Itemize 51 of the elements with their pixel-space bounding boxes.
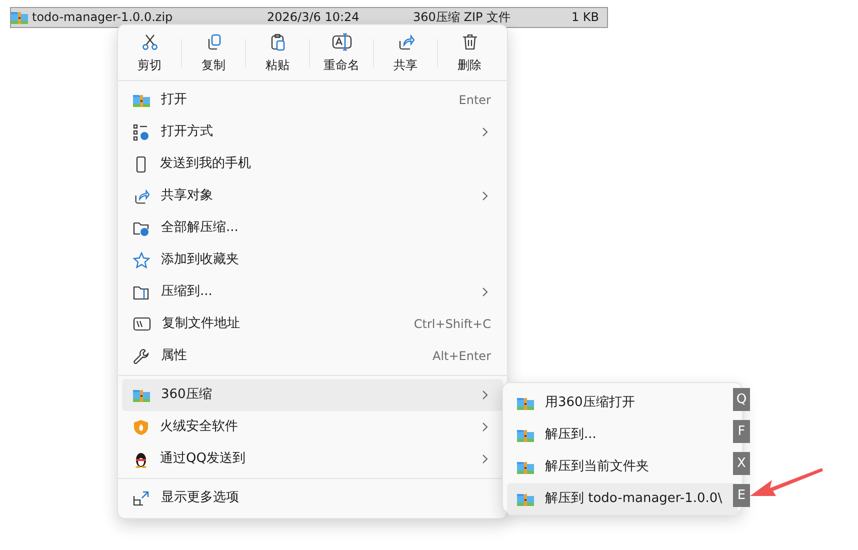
archive-icon	[517, 428, 534, 442]
toolbar-button[interactable]: 重命名	[314, 29, 369, 77]
apps-icon	[133, 124, 150, 140]
toolbar-button[interactable]: 共享	[378, 29, 433, 77]
file-type: 360压缩 ZIP 文件	[413, 10, 512, 24]
shortcut-text: Ctrl+Shift+C	[414, 316, 491, 333]
archive-icon	[133, 92, 150, 108]
star-icon	[133, 252, 150, 268]
archive-icon	[517, 460, 534, 474]
menu-item[interactable]: 共享对象	[122, 180, 503, 212]
wrench-icon	[133, 348, 150, 364]
menu-item[interactable]: 火绒安全软件	[122, 411, 503, 443]
shield-icon	[133, 418, 149, 436]
paste-icon	[268, 32, 286, 50]
penguin-icon	[133, 450, 149, 468]
delete-icon	[460, 32, 478, 50]
menu-item[interactable]: 全部解压缩...	[122, 212, 503, 244]
menu-item[interactable]: 压缩到...	[122, 276, 503, 308]
file-date: 2026/3/6 10:24	[267, 10, 360, 24]
cut-icon	[140, 32, 158, 50]
key-badge: F	[733, 420, 750, 443]
file-size: 1 KB	[571, 10, 599, 24]
menu-item[interactable]: 打开 Enter	[122, 84, 503, 116]
submenu-item[interactable]: 解压到 todo-manager-1.0.0\	[507, 483, 738, 515]
menu-item[interactable]: 添加到收藏夹	[122, 244, 503, 276]
key-badge: E	[733, 484, 750, 507]
folder-icon	[133, 220, 150, 236]
path-icon	[133, 316, 151, 332]
archive-icon	[517, 396, 534, 410]
share-icon	[133, 188, 150, 204]
key-badge: X	[733, 452, 750, 475]
key-badge: Q	[733, 388, 750, 411]
toolbar-button[interactable]: 复制	[186, 29, 241, 77]
expand-icon	[133, 490, 150, 506]
archive-icon	[11, 10, 28, 25]
archive-icon	[133, 388, 150, 402]
toolbar-button[interactable]: 删除	[442, 29, 497, 77]
toolbar-button[interactable]: 粘贴	[250, 29, 305, 77]
rename-icon	[332, 32, 352, 50]
menu-item[interactable]: 复制文件地址 Ctrl+Shift+C	[122, 308, 503, 340]
shortcut-text: Alt+Enter	[432, 348, 491, 365]
menu-item[interactable]: 360压缩	[122, 379, 503, 411]
toolbar-button[interactable]: 剪切	[122, 29, 177, 77]
menu-item[interactable]: 属性 Alt+Enter	[122, 340, 503, 372]
share-icon	[396, 32, 414, 50]
file-name: todo-manager-1.0.0.zip	[32, 10, 174, 24]
folder-icon	[133, 284, 150, 300]
archive-icon	[517, 492, 534, 506]
menu-item[interactable]: 打开方式	[122, 116, 503, 148]
menu-item[interactable]: 发送到我的手机	[122, 148, 503, 180]
shortcut-text: Enter	[458, 92, 491, 109]
